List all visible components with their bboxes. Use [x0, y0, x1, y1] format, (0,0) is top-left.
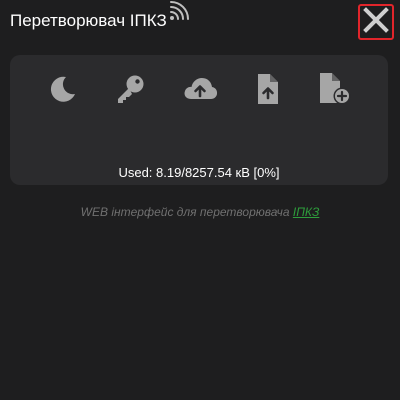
footer-text: WEB інтерфейс для перетворювача — [80, 205, 293, 219]
page-title: Перетворювач ІПКЗ — [10, 11, 167, 30]
control-panel: Used: 8.19/8257.54 кВ [0%] — [10, 55, 388, 185]
wifi-signal-icon — [168, 0, 190, 22]
moon-icon — [48, 74, 78, 109]
cloud-upload-icon — [182, 74, 218, 109]
key-button[interactable] — [112, 73, 148, 109]
file-upload-icon — [255, 73, 281, 110]
file-add-button[interactable] — [317, 72, 353, 111]
sleep-button[interactable] — [45, 73, 81, 109]
key-icon — [114, 73, 146, 110]
close-button[interactable] — [358, 4, 394, 40]
file-upload-button[interactable] — [250, 73, 286, 109]
file-add-icon — [318, 72, 352, 111]
footer: WEB інтерфейс для перетворювача ІПКЗ — [0, 205, 400, 219]
storage-usage: Used: 8.19/8257.54 кВ [0%] — [118, 165, 280, 180]
footer-link[interactable]: ІПКЗ — [293, 205, 319, 219]
close-icon — [363, 6, 389, 38]
cloud-upload-button[interactable] — [182, 73, 218, 109]
toolbar — [10, 72, 388, 111]
